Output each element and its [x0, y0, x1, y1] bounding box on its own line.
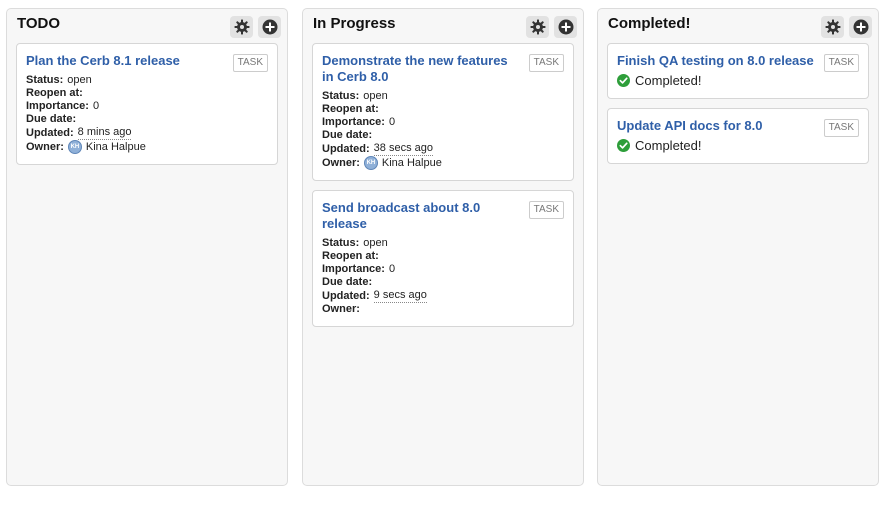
column-tools [230, 16, 281, 38]
due-date-label: Due date: [322, 129, 373, 141]
settings-button[interactable] [821, 16, 844, 38]
status-value: open [363, 237, 388, 249]
updated-label: Updated: [322, 142, 370, 155]
updated-label: Updated: [26, 126, 74, 139]
updated-row: Updated: 38 secs ago [322, 142, 563, 156]
column-in-progress: In Progress Demonstrate the new features… [302, 8, 584, 486]
task-badge[interactable]: TASK [823, 119, 859, 137]
owner-row: Owner: KH Kina Halpue [26, 140, 267, 154]
task-badge[interactable]: TASK [528, 54, 564, 72]
importance-label: Importance: [322, 263, 385, 275]
owner-row: Owner: KH Kina Halpue [322, 156, 563, 170]
importance-value: 0 [388, 263, 396, 275]
settings-button[interactable] [230, 16, 253, 38]
importance-label: Importance: [322, 116, 385, 128]
task-title-link[interactable]: Demonstrate the new features in Cerb 8.0 [322, 53, 563, 85]
due-date-label: Due date: [26, 113, 77, 125]
check-circle-icon [617, 139, 630, 152]
gear-icon [825, 19, 841, 35]
owner-label: Owner: [26, 140, 64, 153]
task-title-link[interactable]: Send broadcast about 8.0 release [322, 200, 563, 232]
task-title-link[interactable]: Plan the Cerb 8.1 release [26, 53, 267, 69]
task-fields: Status: open Reopen at: Importance: 0 Due … [322, 237, 563, 316]
importance-label: Importance: [26, 100, 89, 112]
updated-value: 38 secs ago [373, 142, 433, 156]
avatar-icon: KH [363, 156, 378, 170]
column-title: Completed! [608, 15, 691, 32]
importance-row: Importance: 0 [322, 116, 563, 129]
reopen-label: Reopen at: [26, 87, 83, 99]
status-label: Status: [322, 237, 360, 249]
owner-label: Owner: [322, 303, 360, 315]
column-todo: TODO Plan the Cerb 8.1 release TASK Stat… [6, 8, 288, 486]
task-title-link[interactable]: Finish QA testing on 8.0 release [617, 53, 858, 69]
task-card: Plan the Cerb 8.1 release TASK Status: op… [16, 43, 278, 165]
add-card-button[interactable] [849, 16, 872, 38]
add-card-button[interactable] [258, 16, 281, 38]
task-badge[interactable]: TASK [232, 54, 268, 72]
completed-text: Completed! [635, 73, 702, 88]
task-card: Send broadcast about 8.0 release TASK St… [312, 190, 574, 327]
due-date-label: Due date: [322, 276, 373, 288]
task-title-link[interactable]: Update API docs for 8.0 [617, 118, 858, 134]
owner-label: Owner: [322, 156, 360, 169]
reopen-row: Reopen at: [322, 250, 563, 263]
reopen-row: Reopen at: [322, 103, 563, 116]
importance-row: Importance: 0 [322, 263, 563, 276]
updated-row: Updated: 9 secs ago [322, 289, 563, 303]
updated-value: 9 secs ago [373, 289, 427, 303]
updated-label: Updated: [322, 289, 370, 302]
updated-row: Updated: 8 mins ago [26, 126, 267, 140]
owner-value[interactable]: Kina Halpue [382, 157, 442, 170]
due-date-row: Due date: [322, 129, 563, 142]
card-list: Plan the Cerb 8.1 release TASK Status: op… [16, 43, 278, 165]
settings-button[interactable] [526, 16, 549, 38]
plus-circle-icon [853, 19, 869, 35]
task-badge[interactable]: TASK [823, 54, 859, 72]
task-card: Update API docs for 8.0 TASK Completed! [607, 108, 869, 164]
status-row: Status: open [26, 74, 267, 87]
task-badge[interactable]: TASK [528, 201, 564, 219]
reopen-label: Reopen at: [322, 250, 379, 262]
card-list: Demonstrate the new features in Cerb 8.0… [312, 43, 574, 327]
reopen-row: Reopen at: [26, 87, 267, 100]
plus-circle-icon [262, 19, 278, 35]
task-card: Demonstrate the new features in Cerb 8.0… [312, 43, 574, 181]
column-title: TODO [17, 15, 61, 32]
avatar-icon: KH [67, 140, 82, 154]
due-date-row: Due date: [26, 113, 267, 126]
task-fields: Status: open Reopen at: Importance: 0 Due … [322, 90, 563, 170]
gear-icon [530, 19, 546, 35]
importance-value: 0 [92, 100, 100, 112]
column-tools [526, 16, 577, 38]
status-label: Status: [26, 74, 64, 86]
status-row: Status: open [322, 237, 563, 250]
status-row: Status: open [322, 90, 563, 103]
status-label: Status: [322, 90, 360, 102]
completed-status: Completed! [617, 138, 858, 153]
owner-row: Owner: [322, 303, 563, 316]
updated-value: 8 mins ago [77, 126, 132, 140]
due-date-row: Due date: [322, 276, 563, 289]
reopen-label: Reopen at: [322, 103, 379, 115]
owner-value[interactable]: Kina Halpue [86, 141, 146, 154]
status-value: open [67, 74, 92, 86]
task-card: Finish QA testing on 8.0 release TASK Co… [607, 43, 869, 99]
column-title: In Progress [313, 15, 396, 32]
completed-status: Completed! [617, 73, 858, 88]
importance-value: 0 [388, 116, 396, 128]
card-list: Finish QA testing on 8.0 release TASK Co… [607, 43, 869, 164]
plus-circle-icon [558, 19, 574, 35]
add-card-button[interactable] [554, 16, 577, 38]
completed-text: Completed! [635, 138, 702, 153]
column-tools [821, 16, 872, 38]
task-fields: Status: open Reopen at: Importance: 0 Due … [26, 74, 267, 154]
gear-icon [234, 19, 250, 35]
column-completed: Completed! Finish QA testing on 8.0 rele… [597, 8, 879, 486]
status-value: open [363, 90, 388, 102]
importance-row: Importance: 0 [26, 100, 267, 113]
check-circle-icon [617, 74, 630, 87]
